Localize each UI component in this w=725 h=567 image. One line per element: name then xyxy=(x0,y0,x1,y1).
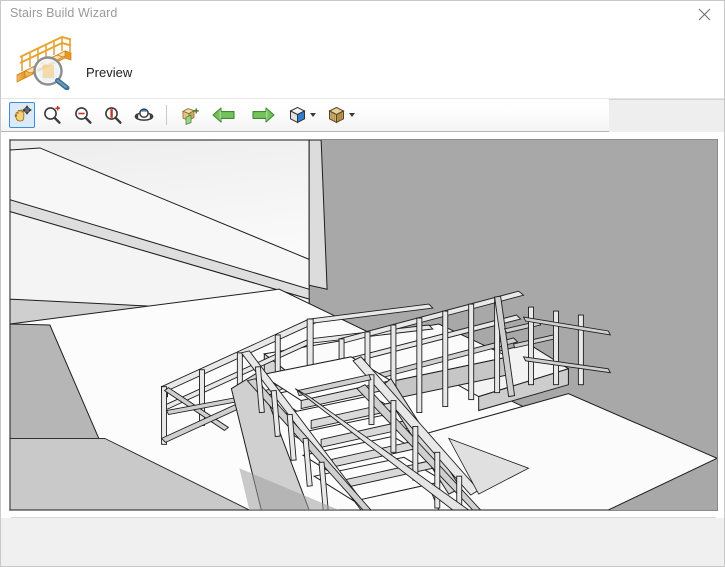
zoom-extents-box-icon xyxy=(180,105,200,125)
staircase-3d-render: .ed { stroke:#1e1e1e; stroke-width:1; fi… xyxy=(10,140,717,510)
zoom-extents-button[interactable] xyxy=(177,102,203,128)
zoom-window-icon xyxy=(103,105,123,125)
view-cube-icon xyxy=(288,105,309,125)
zoom-window-tool-button[interactable] xyxy=(100,102,126,128)
zoom-in-icon xyxy=(42,105,62,125)
zoom-in-tool-button[interactable] xyxy=(39,102,65,128)
stairs-build-wizard-dialog: Stairs Build Wizard xyxy=(0,0,725,567)
display-style-button[interactable] xyxy=(323,102,357,128)
close-icon xyxy=(698,8,711,21)
page-title: Preview xyxy=(86,65,132,80)
toolbar-separator xyxy=(166,105,167,125)
orbit-tool-button[interactable] xyxy=(131,102,157,128)
view-preset-button[interactable] xyxy=(284,102,318,128)
render-box-icon xyxy=(326,105,347,125)
hand-pan-icon xyxy=(12,105,32,125)
next-view-button[interactable] xyxy=(246,102,280,128)
toolbar-filler xyxy=(609,99,725,132)
chevron-down-icon xyxy=(310,113,316,117)
close-button[interactable] xyxy=(682,1,725,28)
orbit-rotate-icon xyxy=(133,105,155,125)
stairs-preview-icon xyxy=(13,35,79,90)
window-title: Stairs Build Wizard xyxy=(10,6,118,20)
view-toolbar xyxy=(1,99,609,132)
wizard-footer: < Back Forward > Finish Cancel xyxy=(1,518,725,567)
chevron-down-icon xyxy=(349,113,355,117)
pan-tool-button[interactable] xyxy=(9,102,35,128)
preview-3d-viewport[interactable]: .ed { stroke:#1e1e1e; stroke-width:1; fi… xyxy=(9,139,718,511)
arrow-left-green-icon xyxy=(212,106,236,124)
zoom-out-icon xyxy=(73,105,93,125)
arrow-right-green-icon xyxy=(251,106,275,124)
zoom-out-tool-button[interactable] xyxy=(70,102,96,128)
title-bar: Stairs Build Wizard xyxy=(1,1,725,28)
wizard-header: Preview xyxy=(1,28,725,99)
previous-view-button[interactable] xyxy=(207,102,241,128)
